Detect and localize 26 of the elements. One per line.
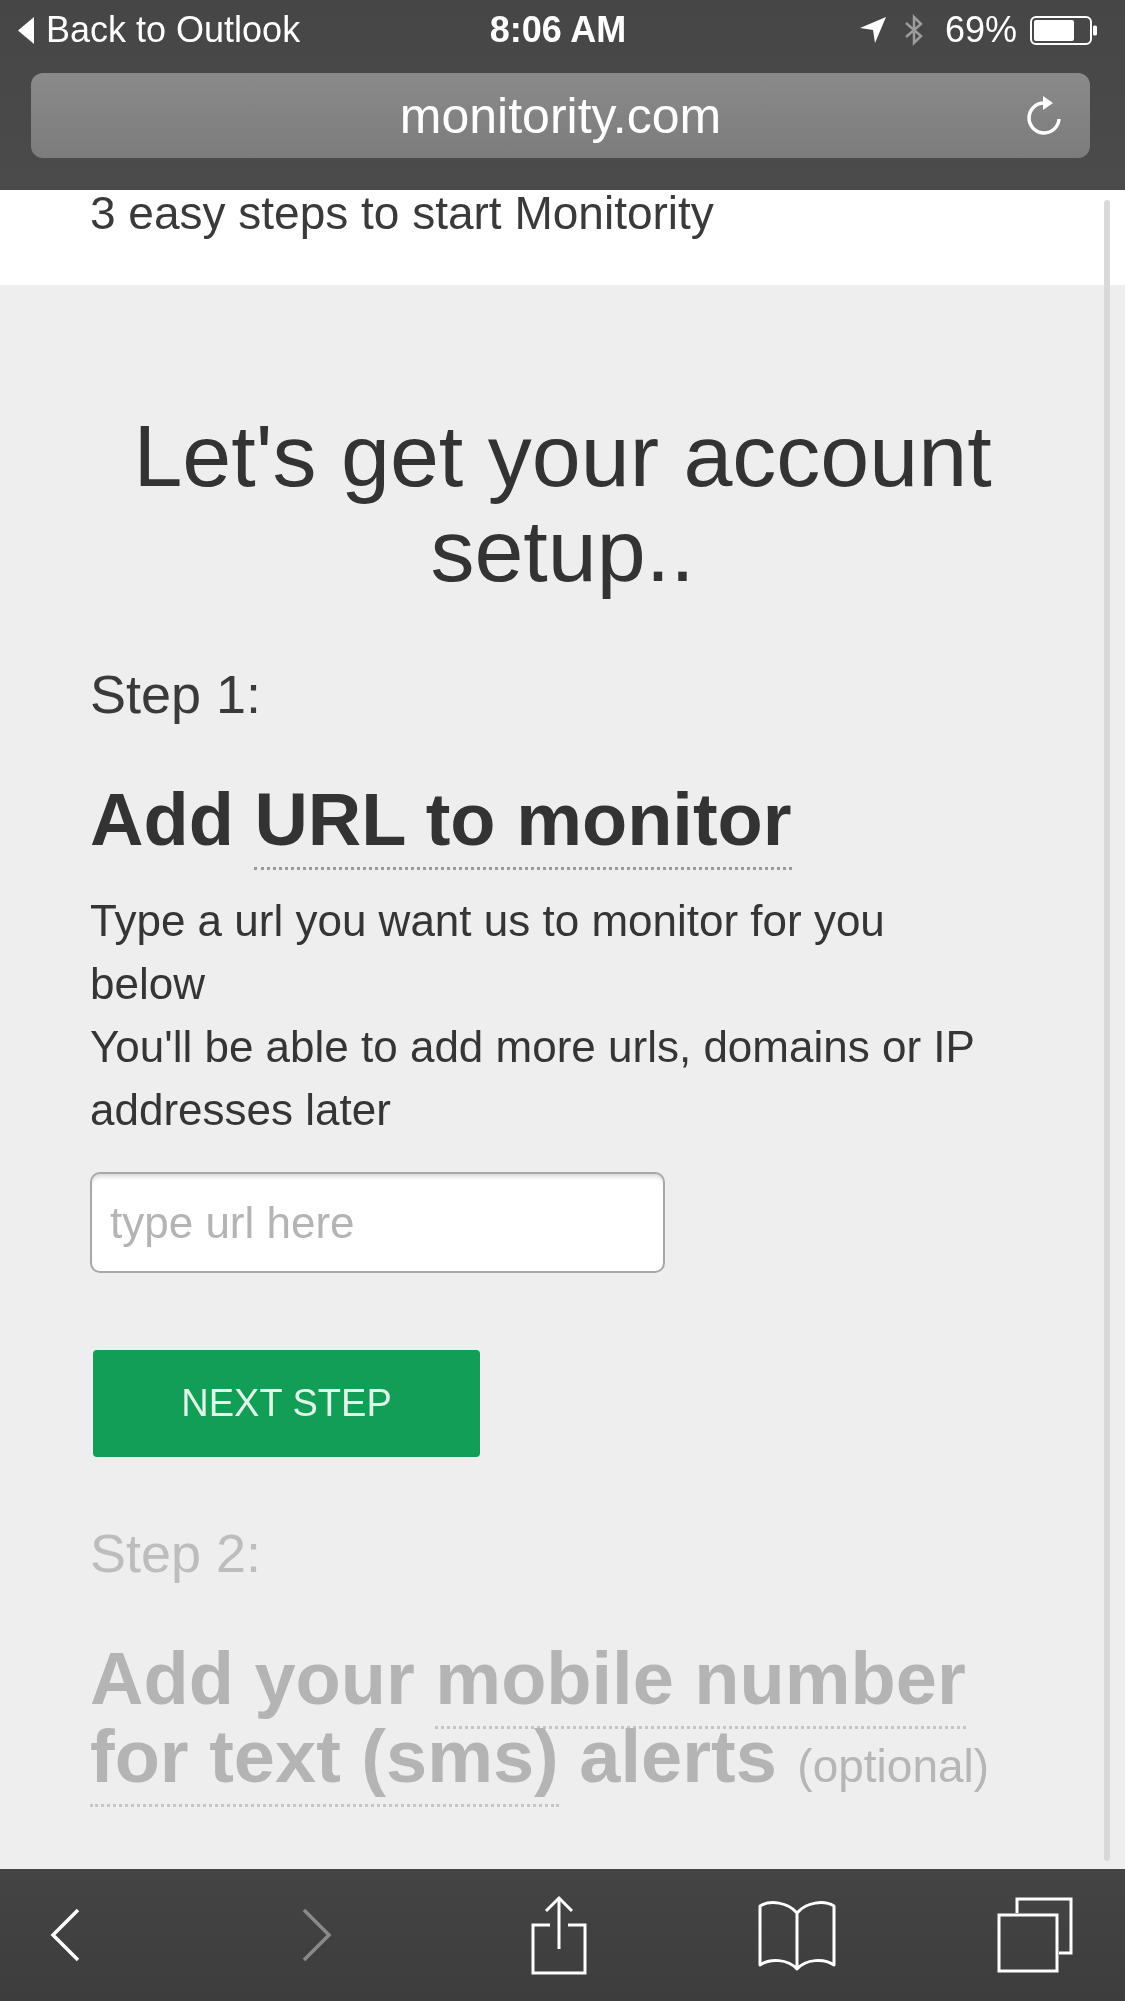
address-url: monitority.com — [399, 90, 722, 141]
tabs-button[interactable] — [997, 1897, 1073, 1973]
next-step-button[interactable]: NEXT STEP — [93, 1350, 480, 1457]
step-title: Add your mobile number for text (sms) alerts (optional) — [90, 1640, 1035, 1817]
battery-icon — [1030, 15, 1098, 45]
step-description: You'll be able to add more urls, domains or IP addresses later — [90, 1021, 976, 1136]
url-input[interactable]: type url here — [90, 1172, 665, 1273]
bookmarks-button[interactable] — [758, 1899, 836, 1971]
back-triangle-icon — [18, 16, 34, 44]
share-icon — [530, 1895, 588, 1975]
page-heading: Let's get your account setup.. — [132, 408, 993, 598]
step-label: Step 1: — [90, 663, 263, 726]
book-icon — [758, 1899, 836, 1971]
chevron-right-icon — [302, 1908, 332, 1962]
back-button[interactable] — [50, 1908, 80, 1962]
status-time: 8:06 AM — [489, 12, 627, 48]
battery-percentage: 69% — [944, 12, 1017, 48]
reload-icon[interactable] — [1024, 93, 1064, 138]
chevron-left-icon — [50, 1908, 80, 1962]
address-bar[interactable]: monitority.com — [31, 73, 1090, 158]
tabs-icon — [997, 1897, 1073, 1973]
share-button[interactable] — [530, 1895, 588, 1975]
step-description: Type a url you want us to monitor for you below — [90, 895, 886, 1010]
back-to-app-link[interactable]: Back to Outlook — [18, 12, 301, 48]
location-arrow-icon — [859, 17, 886, 43]
step-title: Add URL to monitor — [90, 781, 1035, 871]
